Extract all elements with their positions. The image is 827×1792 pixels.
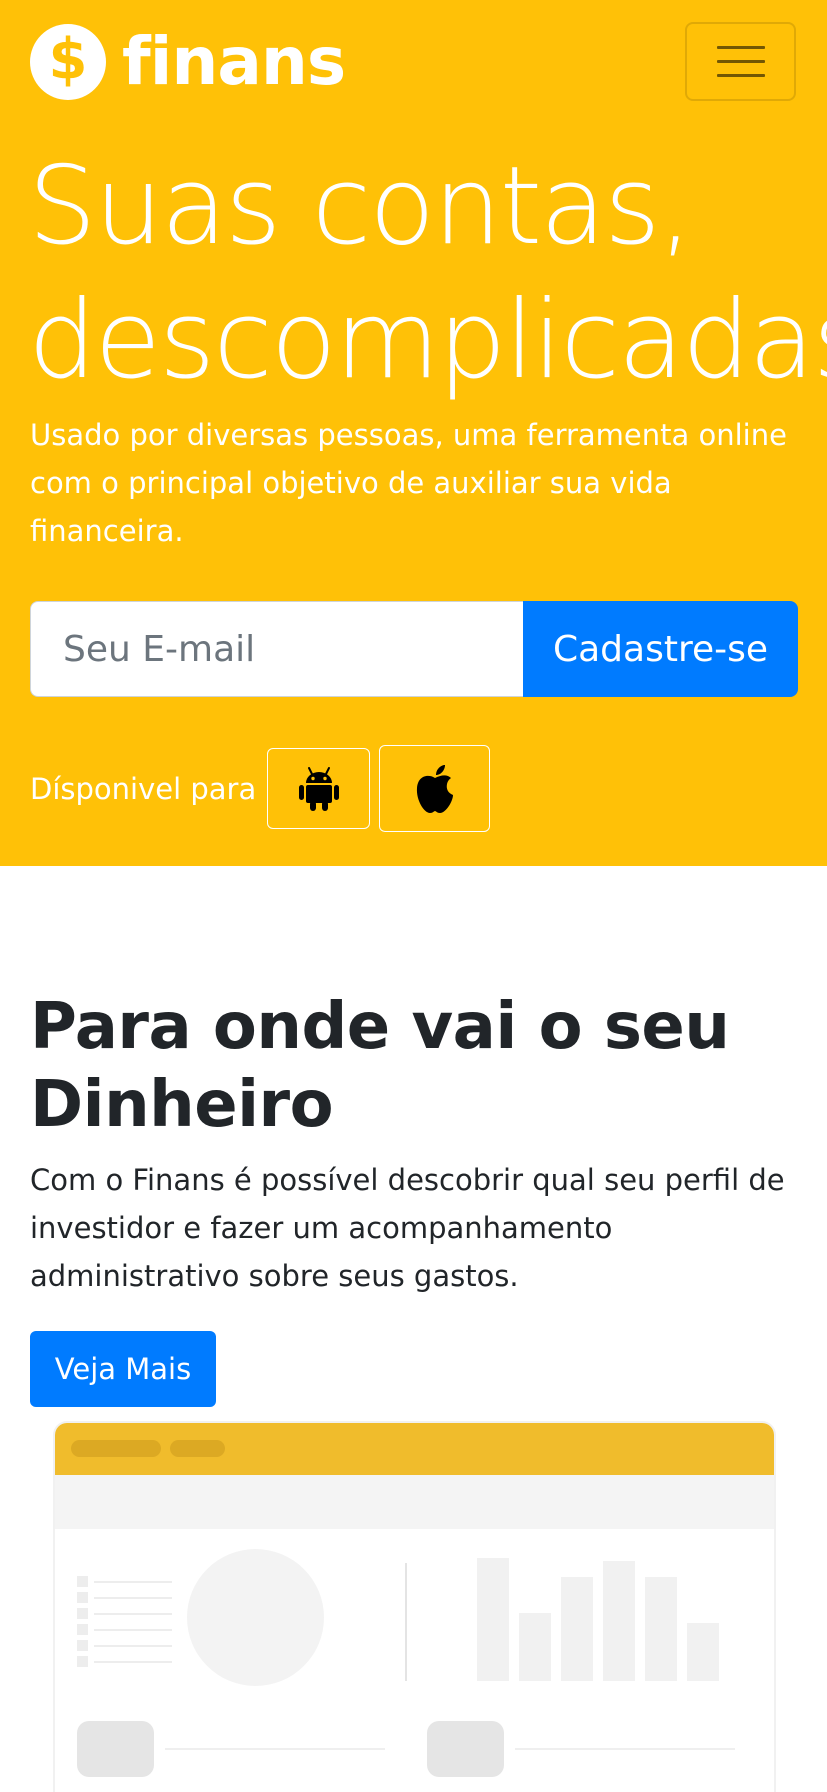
email-input[interactable]	[30, 601, 523, 697]
hamburger-menu-icon-line	[716, 46, 765, 49]
mockup-toolbar	[55, 1475, 774, 1529]
mockup-header-bar	[55, 1423, 774, 1475]
mockup-list-bullet	[77, 1640, 88, 1651]
section-description: Com o Finans é possível descobrir qual s…	[30, 1163, 785, 1293]
mockup-card-line	[165, 1748, 385, 1750]
mockup-header-pill	[71, 1440, 161, 1457]
mockup-list-bullet	[77, 1592, 88, 1603]
hero-section: $ finans Suas contas, descomplicadas Usa…	[0, 0, 827, 866]
available-label: Dísponivel para	[30, 771, 257, 806]
android-icon	[298, 766, 339, 811]
mockup-list-line	[94, 1613, 172, 1615]
hamburger-menu-icon-line	[716, 74, 765, 77]
coin-symbol: $	[48, 27, 88, 92]
signup-button[interactable]: Cadastre-se	[523, 601, 798, 697]
mockup-pie-chart	[187, 1549, 324, 1686]
mockup-bar	[645, 1577, 677, 1681]
dollar-coin-icon: $	[30, 24, 106, 100]
hero-subtitle: Usado por diversas pessoas, uma ferramen…	[30, 418, 787, 548]
mockup-list-line	[94, 1629, 172, 1631]
mockup-bar	[603, 1561, 635, 1681]
mockup-list-bullet	[77, 1624, 88, 1635]
mockup-bar	[477, 1558, 509, 1681]
mockup-list-line	[94, 1597, 172, 1599]
apple-button[interactable]	[379, 745, 491, 832]
mockup-list-bullet	[77, 1656, 88, 1667]
brand-name: finans	[122, 23, 346, 100]
mockup-bar	[687, 1623, 719, 1681]
mockup-card	[427, 1721, 504, 1777]
mockup-bar	[561, 1577, 593, 1681]
mockup-list-bullet	[77, 1608, 88, 1619]
apple-icon	[416, 764, 453, 813]
availability-row: Dísponivel para	[30, 745, 499, 832]
mockup-list-bullet	[77, 1576, 88, 1587]
mockup-card	[77, 1721, 154, 1777]
see-more-button[interactable]: Veja Mais	[30, 1331, 216, 1407]
mockup-list-line	[94, 1645, 172, 1647]
section-title: Para onde vai o seu Dinheiro	[30, 990, 730, 1142]
hero-title-line-1: Suas contas,	[28, 144, 693, 269]
brand-logo[interactable]: $ finans	[30, 23, 346, 100]
mockup-header-pill	[170, 1440, 225, 1457]
hamburger-menu-icon-line	[716, 60, 765, 63]
android-button[interactable]	[267, 748, 371, 829]
mockup-list-line	[94, 1661, 172, 1663]
mockup-card-line	[515, 1748, 735, 1750]
hero-title-line-2: descomplicadas	[28, 278, 827, 403]
hero-title: Suas contas, descomplicadas	[28, 140, 827, 408]
mockup-list-line	[94, 1581, 172, 1583]
dashboard-mockup-illustration	[53, 1421, 776, 1792]
hamburger-menu-button[interactable]	[685, 22, 796, 101]
signup-form: Cadastre-se	[30, 601, 798, 697]
mockup-divider	[405, 1563, 407, 1681]
mockup-bar	[519, 1613, 551, 1681]
